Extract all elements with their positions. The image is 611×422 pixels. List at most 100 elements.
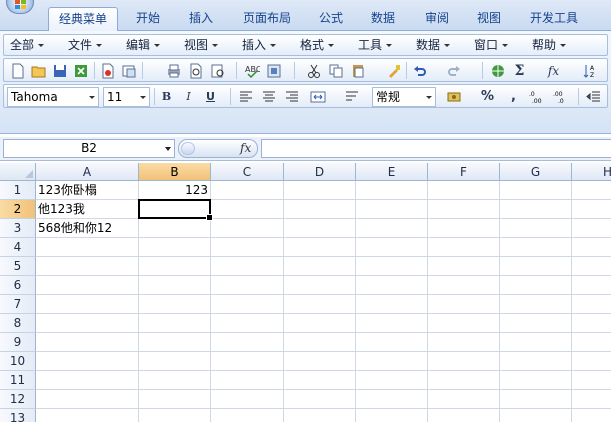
undo-button[interactable] [410,61,429,80]
menu-data[interactable]: 数据 [416,37,451,54]
chevron-down-icon [444,44,451,47]
chevron-down-icon [165,147,171,151]
copy-button[interactable] [326,61,345,80]
office-button[interactable] [6,0,34,14]
cell-a1[interactable]: 123你卧榻 [36,181,138,200]
merge-cells-icon [310,91,325,102]
formula-input[interactable] [261,139,611,158]
column-header-c[interactable]: C [211,163,284,181]
row-header-1[interactable]: 1 [0,181,36,200]
spelling-button[interactable]: ABC [242,61,261,80]
sort-ascending-button[interactable]: AZ [580,61,599,80]
menu-view[interactable]: 视图 [184,37,219,54]
tab-page-layout[interactable]: 页面布局 [236,7,298,31]
row-header-5[interactable]: 5 [0,257,36,276]
format-painter-button[interactable] [384,61,403,80]
menu-view-label: 视图 [184,38,209,52]
paste-button[interactable] [348,61,367,80]
column-header-f[interactable]: F [428,163,500,181]
row-header-2[interactable]: 2 [0,200,36,219]
menu-format[interactable]: 格式 [300,37,335,54]
merge-center-button[interactable] [308,87,327,106]
tab-review[interactable]: 审阅 [416,7,458,31]
cut-button[interactable] [304,61,323,80]
row-header-10[interactable]: 10 [0,352,36,371]
accounting-format-button[interactable] [444,87,463,106]
comma-style-button[interactable]: , [504,87,523,106]
bold-button[interactable]: B [157,87,176,106]
decrease-indent-button[interactable] [584,87,603,106]
insert-function-button[interactable]: fx [544,61,563,80]
tab-view[interactable]: 视图 [468,7,510,31]
permission-button[interactable] [71,61,90,80]
preview-button[interactable] [186,61,205,80]
open-button[interactable] [29,61,48,80]
font-name-combo[interactable]: Tahoma [7,87,99,107]
expand-handle-icon[interactable] [181,142,195,155]
align-right-button[interactable] [282,87,301,106]
tab-formulas[interactable]: 公式 [310,7,352,31]
print-preview-button[interactable] [98,61,117,80]
row-header-6[interactable]: 6 [0,276,36,295]
column-header-e[interactable]: E [356,163,428,181]
folder-open-icon [31,66,45,77]
name-box[interactable]: B2 [3,139,175,158]
cell-a3[interactable]: 568他和你12 [36,219,138,238]
row-header-13[interactable]: 13 [0,409,36,422]
column-header-g[interactable]: G [500,163,572,181]
tab-home[interactable]: 开始 [128,7,168,31]
italic-button[interactable]: I [179,87,198,106]
chevron-down-icon [328,44,335,47]
decrease-decimal-icon: .00.0 [553,91,564,105]
attach-button[interactable] [119,61,138,80]
increase-decimal-button[interactable]: .0.00 [526,87,545,106]
chevron-down-icon [560,44,567,47]
menu-tools[interactable]: 工具 [358,37,393,54]
translate-button[interactable] [264,61,283,80]
grid-line [36,332,611,333]
magnifier-page-icon [190,63,201,78]
print-button[interactable] [164,61,183,80]
svg-text:ABC: ABC [245,65,260,74]
percent-button[interactable]: % [478,87,497,106]
align-center-button[interactable] [259,87,278,106]
row-header-8[interactable]: 8 [0,314,36,333]
menu-insert[interactable]: 插入 [242,37,277,54]
column-header-h[interactable]: H [572,163,611,181]
column-header-b[interactable]: B [139,163,211,181]
number-format-combo[interactable]: 常规 [372,87,436,107]
column-header-a[interactable]: A [36,163,139,181]
menu-file[interactable]: 文件 [68,37,103,54]
row-header-3[interactable]: 3 [0,219,36,238]
font-size-combo[interactable]: 11 [103,87,150,107]
cell-b1[interactable]: 123 [139,181,210,200]
row-header-7[interactable]: 7 [0,295,36,314]
select-all-corner[interactable] [0,163,36,181]
save-button[interactable] [50,61,69,80]
menu-window[interactable]: 窗口 [474,37,509,54]
row-header-11[interactable]: 11 [0,371,36,390]
redo-button[interactable] [444,61,463,80]
decrease-decimal-button[interactable]: .00.0 [550,87,569,106]
menu-all[interactable]: 全部 [10,37,45,54]
tab-data[interactable]: 数据 [362,7,404,31]
tab-developer[interactable]: 开发工具 [522,7,586,31]
autosum-button[interactable]: Σ [510,61,529,80]
cell-a2[interactable]: 他123我 [36,200,138,219]
row-header-12[interactable]: 12 [0,390,36,409]
column-header-d[interactable]: D [284,163,356,181]
insert-function-icon[interactable]: fx [240,140,251,157]
wrap-text-button[interactable] [342,87,361,106]
research-button[interactable] [208,61,227,80]
underline-button[interactable]: U [201,87,220,106]
row-header-4[interactable]: 4 [0,238,36,257]
hyperlink-button[interactable] [488,61,507,80]
spreadsheet-grid[interactable]: ABCDEFGH 1 2 3 4 5 6 7 8 9 10 11 12 13 123你卧榻 123 他123… [0,163,611,422]
new-button[interactable] [8,61,27,80]
tab-classic-menu[interactable]: 经典菜单 [48,7,118,32]
tab-insert[interactable]: 插入 [180,7,222,31]
menu-help[interactable]: 帮助 [532,37,567,54]
menu-edit[interactable]: 编辑 [126,37,161,54]
row-header-9[interactable]: 9 [0,333,36,352]
align-left-button[interactable] [236,87,255,106]
